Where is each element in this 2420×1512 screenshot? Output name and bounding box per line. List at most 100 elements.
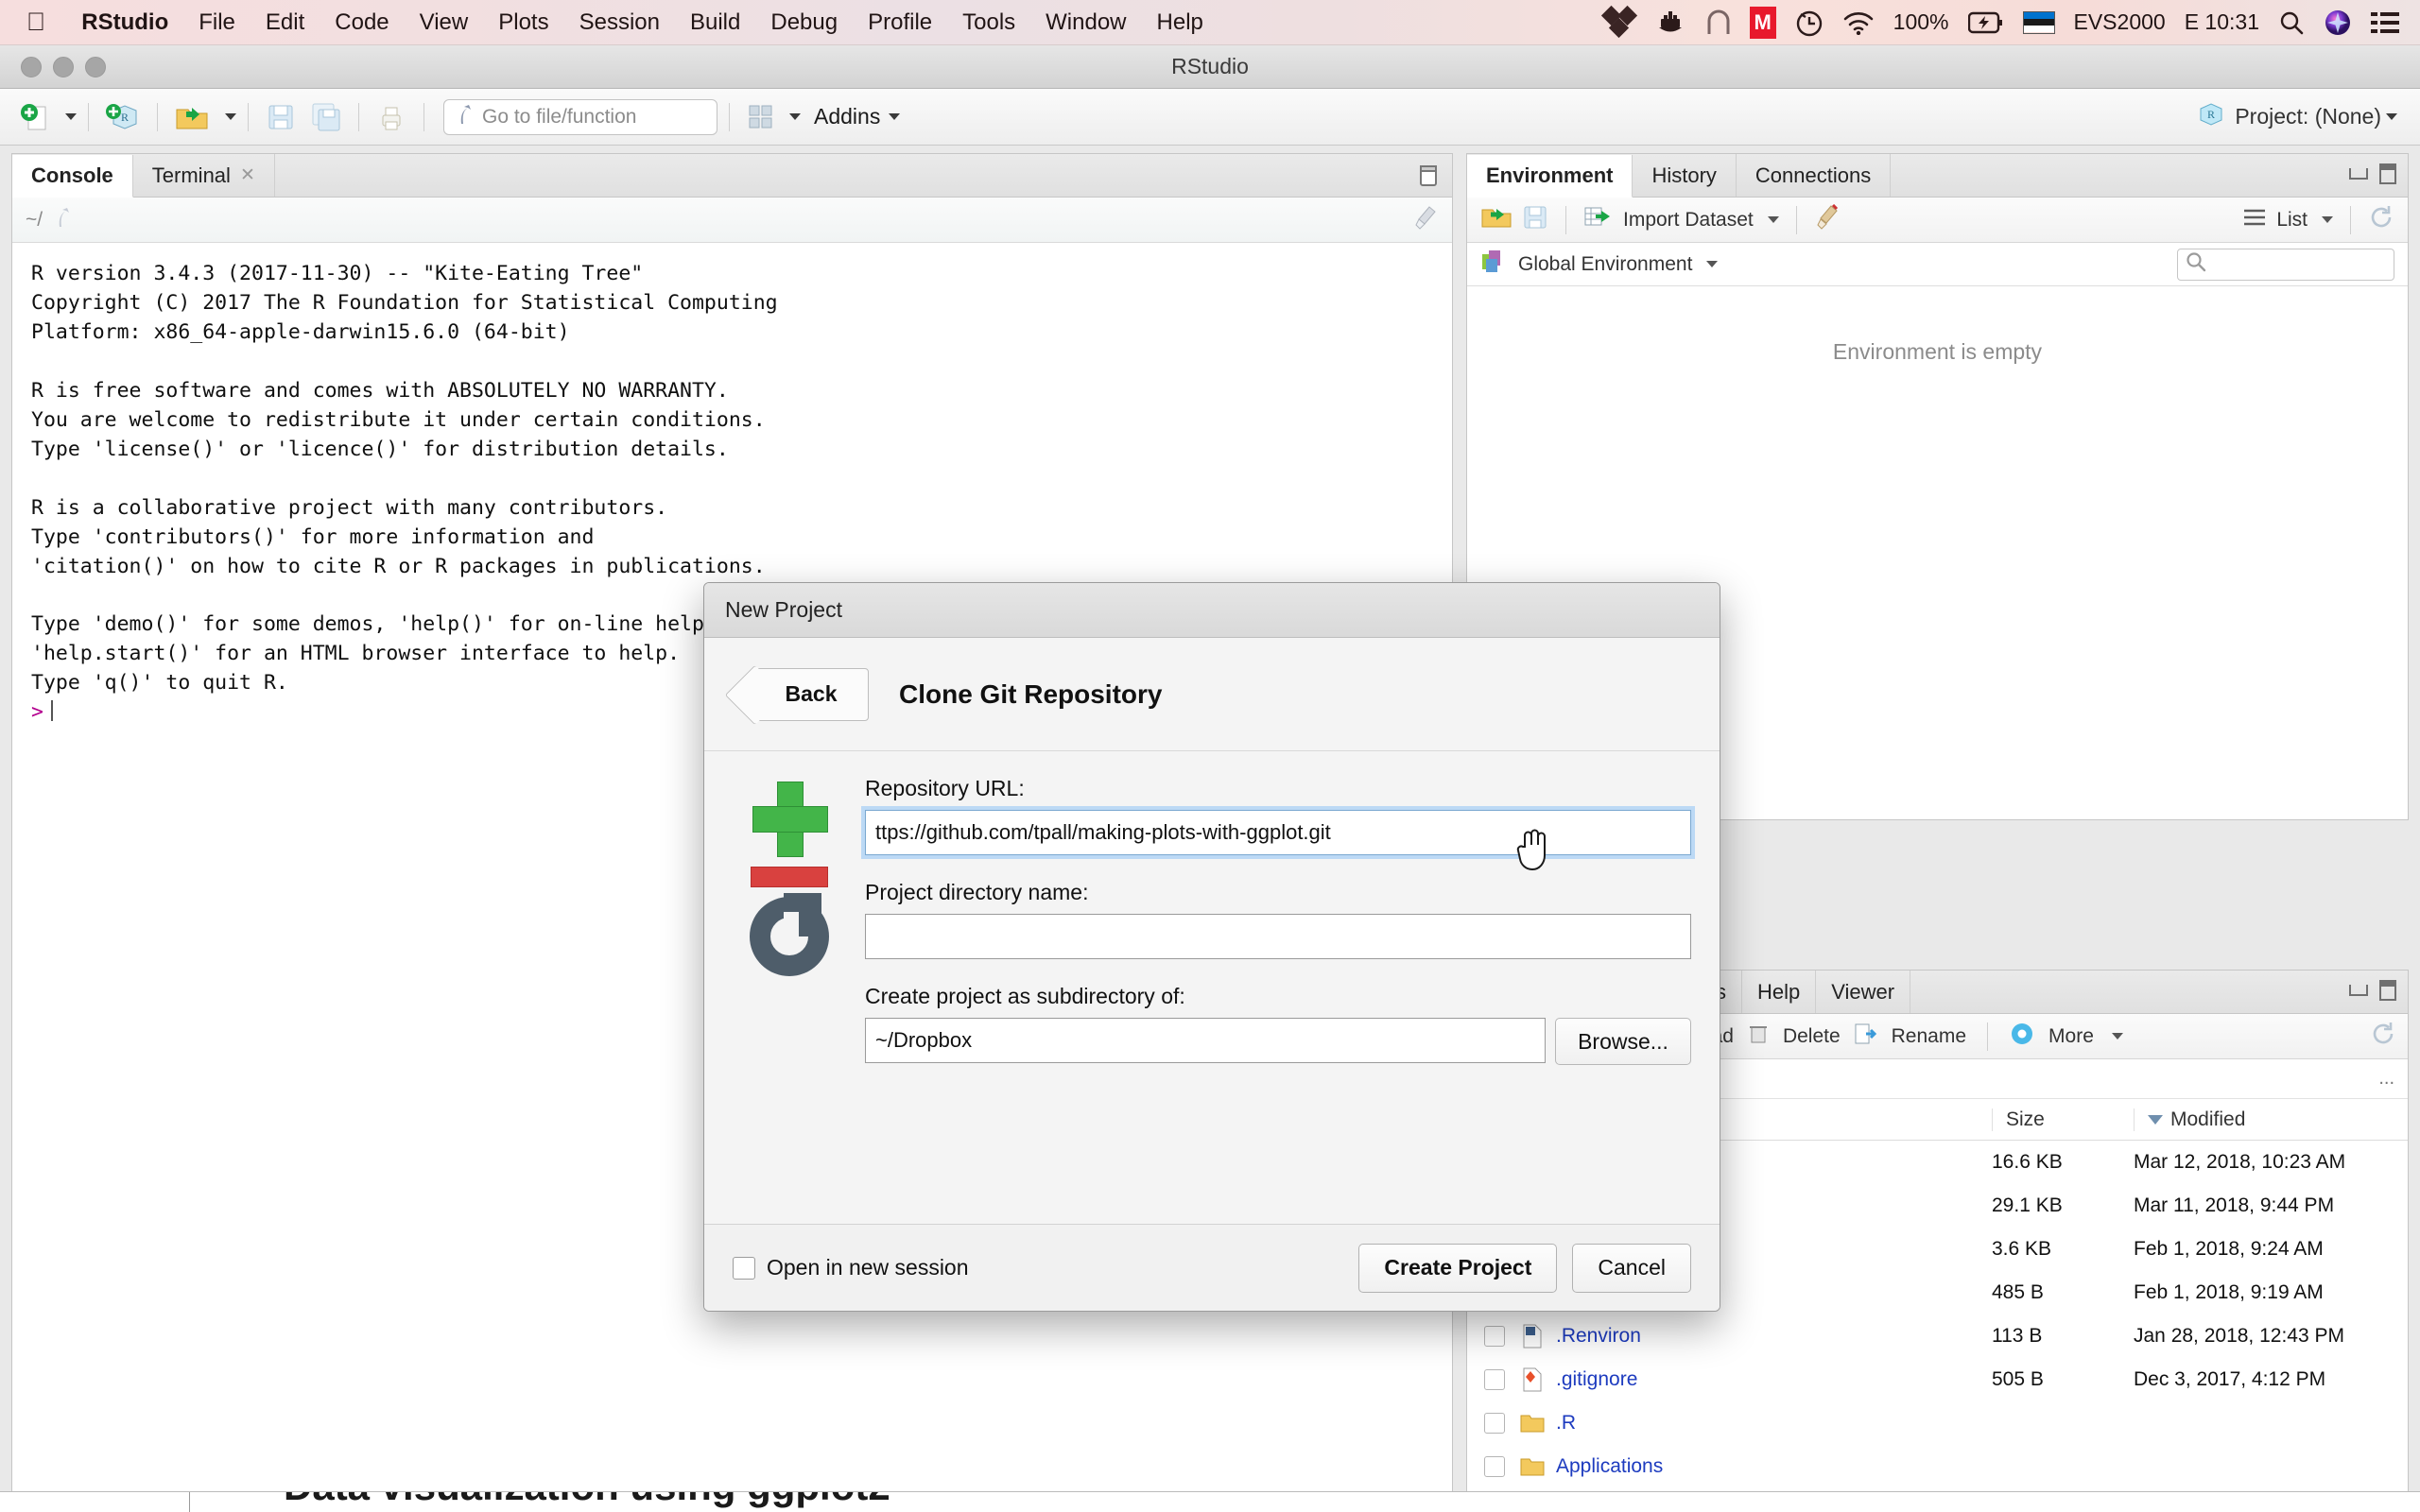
table-row[interactable]: .R <box>1467 1401 2408 1445</box>
tab-terminal[interactable]: Terminal ✕ <box>133 154 275 197</box>
environment-scope-label[interactable]: Global Environment <box>1518 253 1692 276</box>
menu-item-edit[interactable]: Edit <box>251 9 320 36</box>
more-caret[interactable] <box>2112 1033 2123 1040</box>
close-icon[interactable]: ✕ <box>240 164 255 186</box>
new-file-dropdown-caret[interactable] <box>65 113 77 120</box>
table-row[interactable]: .Renviron113 BJan 28, 2018, 12:43 PM <box>1467 1314 2408 1358</box>
column-header-size[interactable]: Size <box>1992 1108 2134 1131</box>
save-all-button[interactable] <box>305 95 347 139</box>
open-in-new-window-icon[interactable] <box>52 206 73 233</box>
workspace-panes-button[interactable] <box>741 95 781 139</box>
clear-console-icon[interactable] <box>1412 204 1439 235</box>
tab-connections[interactable]: Connections <box>1737 154 1891 197</box>
minimize-pane-icon[interactable] <box>2349 985 2368 996</box>
time-machine-icon[interactable] <box>1795 9 1824 37</box>
save-button[interactable] <box>260 95 302 139</box>
wifi-icon[interactable] <box>1842 10 1875 35</box>
console-working-directory[interactable]: ~/ <box>26 209 43 232</box>
print-button[interactable] <box>371 95 412 139</box>
repository-url-input[interactable]: ttps://github.com/tpall/making-plots-wit… <box>865 810 1691 855</box>
siri-icon[interactable] <box>2324 9 2352 37</box>
list-view-label[interactable]: List <box>2276 209 2308 232</box>
row-checkbox[interactable] <box>1484 1369 1505 1390</box>
spotlight-search-icon[interactable] <box>2278 9 2305 36</box>
files-refresh-icon[interactable] <box>2370 1021 2396 1052</box>
file-name[interactable]: .R <box>1556 1412 1992 1435</box>
menu-item-rstudio[interactable]: RStudio <box>66 9 183 36</box>
popout-pane-icon[interactable] <box>1416 163 1441 193</box>
notification-center-icon[interactable] <box>2371 10 2399 35</box>
row-checkbox[interactable] <box>1484 1326 1505 1347</box>
open-in-new-session-checkbox[interactable] <box>733 1257 755 1280</box>
clock-label[interactable]: E 10:31 <box>2185 9 2259 35</box>
menu-item-build[interactable]: Build <box>675 9 755 36</box>
column-header-modified[interactable]: Modified <box>2134 1108 2408 1131</box>
menu-item-session[interactable]: Session <box>564 9 675 36</box>
maximize-pane-icon[interactable] <box>2379 980 2396 1001</box>
table-row[interactable]: Applications <box>1467 1445 2408 1488</box>
minimize-pane-icon[interactable] <box>2349 168 2368 180</box>
row-checkbox[interactable] <box>1484 1413 1505 1434</box>
menu-item-help[interactable]: Help <box>1142 9 1219 36</box>
environment-search-field[interactable] <box>2212 253 2386 275</box>
more-label[interactable]: More <box>2048 1025 2094 1048</box>
tab-viewer[interactable]: Viewer <box>1816 971 1910 1013</box>
file-name[interactable]: .Renviron <box>1556 1325 1992 1348</box>
menu-item-plots[interactable]: Plots <box>483 9 563 36</box>
new-project-button[interactable]: R <box>100 95 146 139</box>
back-button[interactable]: Back <box>753 668 869 721</box>
list-view-caret[interactable] <box>2322 216 2333 223</box>
delete-icon[interactable] <box>1747 1022 1770 1050</box>
menu-item-file[interactable]: File <box>183 9 251 36</box>
maximize-pane-icon[interactable] <box>2379 163 2396 184</box>
environment-search-input[interactable] <box>2177 249 2394 281</box>
m-badge-icon[interactable]: M <box>1750 7 1776 39</box>
docker-icon[interactable] <box>1655 9 1687 36</box>
menu-item-debug[interactable]: Debug <box>755 9 853 36</box>
tab-help[interactable]: Help <box>1742 971 1816 1013</box>
cancel-button[interactable]: Cancel <box>1572 1244 1691 1293</box>
save-workspace-icon[interactable] <box>1522 204 1548 235</box>
dropbox-icon[interactable] <box>1604 9 1636 37</box>
open-file-button[interactable] <box>169 95 216 139</box>
gear-icon[interactable] <box>2009 1021 2035 1052</box>
tab-console[interactable]: Console <box>12 155 133 198</box>
open-file-dropdown-caret[interactable] <box>225 113 236 120</box>
import-dataset-label[interactable]: Import Dataset <box>1623 209 1754 232</box>
file-name[interactable]: Applications <box>1556 1455 1992 1478</box>
menu-item-view[interactable]: View <box>405 9 484 36</box>
project-selector[interactable]: R Project: (None) <box>2197 100 2407 133</box>
rename-icon[interactable] <box>1854 1022 1878 1050</box>
refresh-icon[interactable] <box>2368 204 2394 235</box>
table-row[interactable]: .gitignore505 BDec 3, 2017, 4:12 PM <box>1467 1358 2408 1401</box>
clear-objects-icon[interactable] <box>1814 204 1841 235</box>
panes-dropdown-caret[interactable] <box>789 113 801 120</box>
goto-file-function-input[interactable]: Go to file/function <box>443 99 717 135</box>
browse-button[interactable]: Browse... <box>1555 1018 1691 1065</box>
files-breadcrumb-overflow[interactable]: ... <box>2378 1068 2394 1090</box>
list-view-icon[interactable] <box>2242 206 2267 233</box>
row-checkbox[interactable] <box>1484 1456 1505 1477</box>
load-workspace-icon[interactable] <box>1480 204 1512 235</box>
import-dataset-caret[interactable] <box>1768 216 1779 223</box>
project-dropdown-caret[interactable] <box>2386 113 2397 120</box>
environment-scope-caret[interactable] <box>1706 261 1718 267</box>
keyboard-layout-label[interactable]: EVS2000 <box>2074 9 2166 35</box>
tab-history[interactable]: History <box>1633 154 1736 197</box>
menu-item-window[interactable]: Window <box>1030 9 1141 36</box>
import-dataset-icon[interactable] <box>1583 204 1614 235</box>
menu-item-tools[interactable]: Tools <box>947 9 1030 36</box>
create-project-button[interactable]: Create Project <box>1358 1244 1557 1293</box>
apple-icon[interactable]:  <box>26 9 45 35</box>
subdirectory-input[interactable]: ~/Dropbox <box>865 1018 1546 1063</box>
delete-label[interactable]: Delete <box>1783 1025 1841 1048</box>
battery-charging-icon[interactable] <box>1968 11 2004 34</box>
menu-item-profile[interactable]: Profile <box>853 9 947 36</box>
menu-item-code[interactable]: Code <box>320 9 404 36</box>
rename-label[interactable]: Rename <box>1892 1025 1966 1048</box>
open-in-new-session-label[interactable]: Open in new session <box>767 1255 969 1280</box>
addins-button[interactable]: Addins <box>814 104 880 129</box>
tab-environment[interactable]: Environment <box>1467 155 1633 198</box>
addins-dropdown-caret[interactable] <box>889 113 900 120</box>
new-file-button[interactable] <box>13 95 57 139</box>
